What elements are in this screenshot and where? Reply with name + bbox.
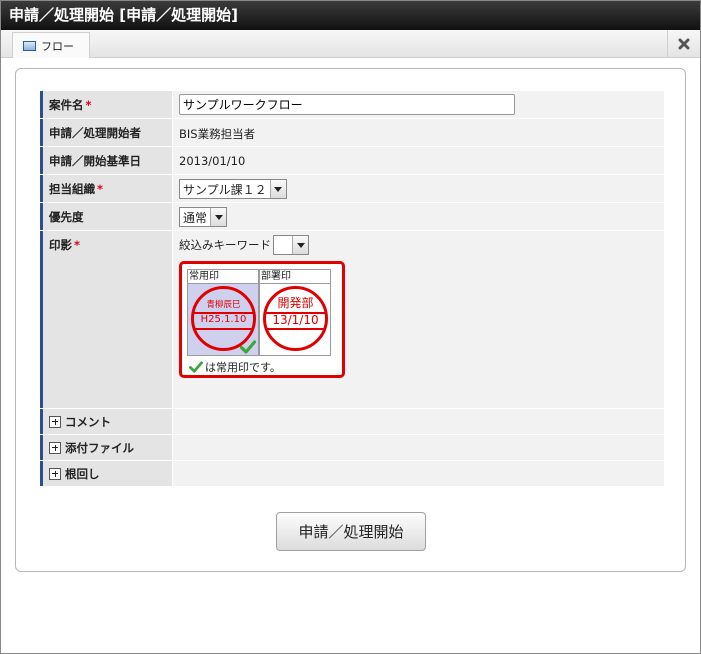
priority-select[interactable]: 通常 <box>179 207 228 227</box>
stamp-header: 常用印 <box>188 270 258 284</box>
priority-cell: 通常 <box>173 203 664 230</box>
org-cell: サンプル課１２ <box>173 175 664 202</box>
chevron-down-icon <box>269 180 286 198</box>
keyword-select[interactable] <box>273 235 309 255</box>
stamp-header: 部署印 <box>260 270 330 284</box>
keyword-filter: 絞込みキーワード <box>179 235 658 255</box>
tab-flow[interactable]: フロー <box>12 32 90 58</box>
tab-bar: フロー <box>1 30 700 58</box>
priority-select-value: 通常 <box>183 210 208 225</box>
matter-name-cell <box>173 91 664 118</box>
priority-label: 優先度 <box>40 203 172 230</box>
comment-cell <box>173 409 664 434</box>
matter-name-label: 案件名 * <box>40 91 172 118</box>
required-mark: * <box>74 238 81 252</box>
row-base-date: 申請／開始基準日 2013/01/10 <box>40 147 664 175</box>
department-seal-icon: 開発部 13/1/10 <box>263 286 328 351</box>
stamp-selector: 常用印 青柳辰巳 H25.1.10 部署印 開発部 13/1/10 は常用印です… <box>179 261 345 378</box>
org-label-text: 担当組織 <box>49 182 95 196</box>
window-title: 申請／処理開始 [申請／処理開始] <box>1 1 700 30</box>
stamp-label-text: 印影 <box>49 238 72 252</box>
row-applicant: 申請／処理開始者 BIS業務担当者 <box>40 119 664 147</box>
org-select-value: サンプル課１２ <box>183 182 267 197</box>
base-date-value: 2013/01/10 <box>173 147 664 174</box>
comment-toggle[interactable]: コメント <box>40 409 172 434</box>
expand-icon <box>49 415 61 428</box>
comment-label: コメント <box>65 414 111 429</box>
check-icon <box>240 340 256 354</box>
stamp-label: 印影 * <box>40 231 172 408</box>
workflow-window: 申請／処理開始 [申請／処理開始] フロー 案件名* 申請／処理開始者 <box>0 0 701 654</box>
matter-name-label-text: 案件名 <box>49 98 84 112</box>
org-select[interactable]: サンプル課１２ <box>179 179 287 199</box>
matter-name-input[interactable] <box>179 94 515 115</box>
nemawashi-cell <box>173 461 664 486</box>
row-nemawashi: 根回し <box>40 461 664 487</box>
seal-name: 青柳辰巳 <box>206 300 241 310</box>
stamp-option-regular[interactable]: 常用印 青柳辰巳 H25.1.10 <box>187 269 259 356</box>
stamp-note-text: は常用印です。 <box>205 361 281 374</box>
row-priority: 優先度 通常 <box>40 203 664 231</box>
required-mark: * <box>85 98 92 112</box>
nemawashi-toggle[interactable]: 根回し <box>40 461 172 486</box>
base-date-label: 申請／開始基準日 <box>40 147 172 174</box>
submit-button[interactable]: 申請／処理開始 <box>276 512 426 551</box>
expand-icon <box>49 467 61 480</box>
window-icon <box>23 40 36 51</box>
row-comment: コメント <box>40 409 664 435</box>
required-mark: * <box>97 182 104 196</box>
stamp-option-department[interactable]: 部署印 開発部 13/1/10 <box>259 269 331 356</box>
applicant-label: 申請／処理開始者 <box>40 119 172 146</box>
row-matter-name: 案件名 * <box>40 91 664 119</box>
row-stamp: 印影 * 絞込みキーワード 常用印 青柳辰巳 H25.1.10 部署印 開発部 … <box>40 231 664 409</box>
form-table: 案件名* 申請／処理開始者 BIS業務担当者 申請／開始基準日 2013/01/… <box>40 91 664 487</box>
row-org: 担当組織 * サンプル課１２ <box>40 175 664 203</box>
close-button[interactable] <box>667 30 700 58</box>
row-attachments: 添付ファイル <box>40 435 664 461</box>
stamp-cell: 絞込みキーワード 常用印 青柳辰巳 H25.1.10 部署印 開発部 13/1/… <box>173 231 664 408</box>
stamp-area: 青柳辰巳 H25.1.10 <box>188 284 258 355</box>
stamp-note: は常用印です。 <box>189 359 281 375</box>
keyword-label: 絞込みキーワード <box>179 238 271 252</box>
form-panel: 案件名* 申請／処理開始者 BIS業務担当者 申請／開始基準日 2013/01/… <box>15 68 686 572</box>
chevron-down-icon <box>292 236 308 254</box>
seal-name: 開発部 <box>277 296 314 310</box>
tab-flow-label: フロー <box>41 39 74 53</box>
attachments-toggle[interactable]: 添付ファイル <box>40 435 172 460</box>
chevron-down-icon <box>210 208 227 226</box>
seal-date: 13/1/10 <box>272 313 319 327</box>
close-icon <box>678 38 690 50</box>
attachments-cell <box>173 435 664 460</box>
nemawashi-label: 根回し <box>65 466 100 481</box>
applicant-value: BIS業務担当者 <box>173 119 664 146</box>
seal-date: H25.1.10 <box>200 314 247 325</box>
stamp-area: 開発部 13/1/10 <box>260 284 330 355</box>
attachments-label: 添付ファイル <box>65 440 134 455</box>
expand-icon <box>49 441 61 454</box>
org-label: 担当組織 * <box>40 175 172 202</box>
check-icon <box>189 361 203 373</box>
